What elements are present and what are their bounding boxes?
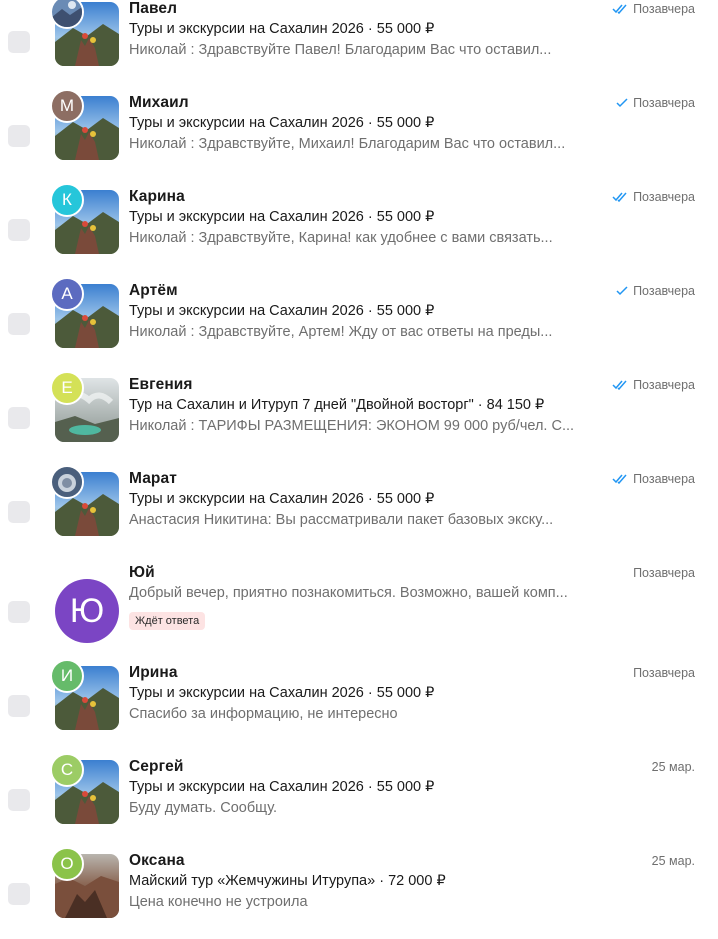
message-date: Позавчера	[612, 2, 695, 16]
avatar: А	[50, 277, 84, 311]
contact-name: Марат	[129, 470, 177, 487]
conversation-item[interactable]: С Сергей Туры и экскурсии на Сахалин 202…	[0, 751, 718, 845]
date-label: Позавчера	[633, 2, 695, 16]
contact-name: Сергей	[129, 758, 184, 775]
conversation-item[interactable]: К Карина Туры и экскурсии на Сахалин 202…	[0, 181, 718, 275]
conversation-list: Павел Туры и экскурсии на Сахалин 2026 ·…	[0, 0, 718, 939]
select-checkbox[interactable]	[8, 407, 30, 429]
date-label: 25 мар.	[651, 854, 695, 868]
listing-title: Туры и экскурсии на Сахалин 2026 · 55 00…	[129, 115, 435, 131]
message-date: Позавчера	[633, 666, 695, 680]
message-preview: Спасибо за информацию, не интересно	[129, 706, 398, 722]
date-label: Позавчера	[633, 378, 695, 392]
avatar	[50, 465, 84, 499]
message-preview: Буду думать. Сообщу.	[129, 800, 278, 816]
message-preview: Николай : ТАРИФЫ РАЗМЕЩЕНИЯ: ЭКОНОМ 99 0…	[129, 418, 575, 434]
select-checkbox[interactable]	[8, 601, 30, 623]
double-check-icon	[612, 474, 627, 484]
message-date: Позавчера	[612, 190, 695, 204]
double-check-icon	[612, 380, 627, 390]
select-checkbox[interactable]	[8, 695, 30, 717]
contact-name: Павел	[129, 0, 178, 17]
conversation-item[interactable]: И Ирина Туры и экскурсии на Сахалин 2026…	[0, 657, 718, 751]
select-checkbox[interactable]	[8, 31, 30, 53]
contact-name: Евгения	[129, 376, 193, 393]
date-label: Позавчера	[633, 190, 695, 204]
contact-name: Михаил	[129, 94, 189, 111]
contact-name: Карина	[129, 188, 185, 205]
avatar: И	[50, 659, 84, 693]
listing-title: Туры и экскурсии на Сахалин 2026 · 55 00…	[129, 491, 435, 507]
avatar: К	[50, 183, 84, 217]
date-label: 25 мар.	[651, 760, 695, 774]
listing-title: Тур на Сахалин и Итуруп 7 дней "Двойной …	[129, 397, 545, 413]
listing-title: Майский тур «Жемчужины Итурупа» · 72 000…	[129, 873, 446, 889]
conversation-item[interactable]: Е Евгения Тур на Сахалин и Итуруп 7 дней…	[0, 369, 718, 463]
date-label: Позавчера	[633, 284, 695, 298]
select-checkbox[interactable]	[8, 789, 30, 811]
message-preview: Анастасия Никитина: Вы рассматривали пак…	[129, 512, 554, 528]
avatar: Е	[50, 371, 84, 405]
contact-name: Оксана	[129, 852, 185, 869]
message-preview: Добрый вечер, приятно познакомиться. Воз…	[129, 585, 568, 601]
message-date: 25 мар.	[652, 760, 695, 774]
check-icon	[616, 286, 628, 296]
avatar: О	[50, 847, 84, 881]
avatar: С	[50, 753, 84, 787]
select-checkbox[interactable]	[8, 883, 30, 905]
awaiting-reply-badge: Ждёт ответа	[129, 612, 206, 630]
select-checkbox[interactable]	[8, 313, 30, 335]
listing-title: Туры и экскурсии на Сахалин 2026 · 55 00…	[129, 779, 435, 795]
message-preview: Николай : Здравствуйте, Артем! Жду от ва…	[129, 324, 553, 340]
date-label: Позавчера	[633, 472, 695, 486]
date-label: Позавчера	[633, 666, 695, 680]
conversation-item[interactable]: Павел Туры и экскурсии на Сахалин 2026 ·…	[0, 0, 718, 87]
date-label: Позавчера	[633, 96, 695, 110]
conversation-item[interactable]: Ю Юй Добрый вечер, приятно познакомиться…	[0, 557, 718, 657]
message-date: Позавчера	[612, 378, 695, 392]
conversation-item[interactable]: М Михаил Туры и экскурсии на Сахалин 202…	[0, 87, 718, 181]
contact-name: Артём	[129, 282, 178, 299]
message-preview: Николай : Здравствуйте, Карина! как удоб…	[129, 230, 553, 246]
check-icon	[616, 98, 628, 108]
message-date: Позавчера	[612, 472, 695, 486]
listing-title: Туры и экскурсии на Сахалин 2026 · 55 00…	[129, 685, 435, 701]
contact-name: Ирина	[129, 664, 178, 681]
message-date: Позавчера	[633, 566, 695, 580]
double-check-icon	[612, 4, 627, 14]
conversation-item[interactable]: О Оксана Майский тур «Жемчужины Итурупа»…	[0, 845, 718, 939]
select-checkbox[interactable]	[8, 125, 30, 147]
listing-title: Туры и экскурсии на Сахалин 2026 · 55 00…	[129, 209, 435, 225]
conversation-item[interactable]: А Артём Туры и экскурсии на Сахалин 2026…	[0, 275, 718, 369]
date-label: Позавчера	[633, 566, 695, 580]
listing-title: Туры и экскурсии на Сахалин 2026 · 55 00…	[129, 303, 435, 319]
double-check-icon	[612, 192, 627, 202]
message-date: 25 мар.	[652, 854, 695, 868]
message-preview: Цена конечно не устроила	[129, 894, 308, 910]
contact-name: Юй	[129, 564, 155, 581]
listing-title: Туры и экскурсии на Сахалин 2026 · 55 00…	[129, 21, 435, 37]
select-checkbox[interactable]	[8, 219, 30, 241]
message-date: Позавчера	[616, 96, 695, 110]
message-preview: Николай : Здравствуйте Павел! Благодарим…	[129, 42, 552, 58]
avatar: Ю	[55, 579, 119, 643]
avatar: М	[50, 89, 84, 123]
conversation-item[interactable]: Марат Туры и экскурсии на Сахалин 2026 ·…	[0, 463, 718, 557]
select-checkbox[interactable]	[8, 501, 30, 523]
message-date: Позавчера	[616, 284, 695, 298]
message-preview: Николай : Здравствуйте, Михаил! Благодар…	[129, 136, 566, 152]
